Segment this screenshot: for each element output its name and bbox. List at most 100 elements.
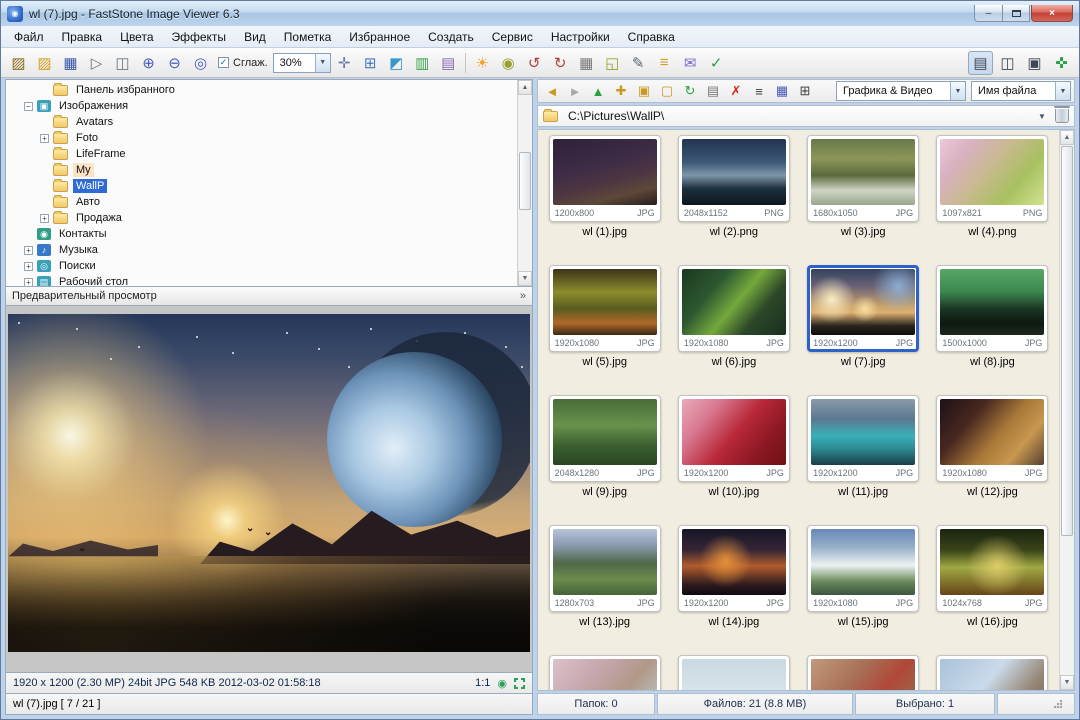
menu-item-favorites[interactable]: Избранное	[340, 27, 419, 47]
thumbs-scroll-thumb[interactable]	[1061, 146, 1073, 536]
forward-icon[interactable]: ►	[564, 81, 586, 101]
thumbnail-wl (8).jpg[interactable]: 1500x1000JPG	[936, 265, 1048, 352]
menu-item-file[interactable]: Файл	[5, 27, 53, 47]
thumbnail-wl (6).jpg[interactable]: 1920x1080JPG	[678, 265, 790, 352]
draw-icon[interactable]: ✎	[626, 51, 651, 75]
resize-icon[interactable]: ◱	[600, 51, 625, 75]
resize-grip[interactable]	[1053, 699, 1063, 709]
tree-item-music[interactable]: +♪Музыка	[8, 242, 516, 258]
tree-expander-plus-icon[interactable]: +	[24, 246, 33, 255]
preview-image[interactable]: ⌄ ⌄ ⌄	[8, 314, 530, 652]
back-icon[interactable]: ◄	[541, 81, 563, 101]
tree-scroll-up-icon[interactable]: ▲	[518, 80, 532, 95]
zoom-select-arrow-icon[interactable]: ▼	[315, 54, 330, 72]
print-icon[interactable]: ▤	[702, 81, 724, 101]
thumbnail-scrollbar[interactable]: ▲ ▼	[1059, 130, 1074, 690]
red-eye-icon[interactable]: ◉	[496, 51, 521, 75]
save-as-icon[interactable]: ▦	[58, 51, 83, 75]
thumbnail-wl (9).jpg[interactable]: 2048x1280JPG	[549, 395, 661, 482]
tree-expander-plus-icon[interactable]: +	[24, 262, 33, 271]
thumbnail-wl (15).jpg[interactable]: 1920x1080JPG	[807, 525, 919, 612]
maximize-button[interactable]	[1002, 5, 1030, 22]
titlebar[interactable]: ◉ wl (7).jpg - FastStone Image Viewer 6.…	[1, 1, 1079, 26]
open-folder-icon[interactable]: ▨	[32, 51, 57, 75]
view-image-icon[interactable]: ▣	[1022, 51, 1047, 75]
tag-view-icon[interactable]: ◩	[384, 51, 409, 75]
thumbnail-wl (11).jpg[interactable]: 1920x1200JPG	[807, 395, 919, 482]
hand-tool-icon[interactable]: ✛	[332, 51, 357, 75]
zoom-in-icon[interactable]: ⊕	[136, 51, 161, 75]
menu-item-create[interactable]: Создать	[419, 27, 483, 47]
close-button[interactable]: ×	[1031, 5, 1073, 22]
thumbnail-wl (5).jpg[interactable]: 1920x1080JPG	[549, 265, 661, 352]
batch-convert-icon[interactable]: ≡	[652, 51, 677, 75]
tree-item-prodazha[interactable]: +Продажа	[8, 210, 516, 226]
move-to-folder-icon[interactable]: ▢	[656, 81, 678, 101]
tree-item-wallp[interactable]: WallP	[8, 178, 516, 194]
compare-icon[interactable]: ◫	[110, 51, 135, 75]
actual-size-icon[interactable]: ◎	[188, 51, 213, 75]
thumbnail-view-icon[interactable]: ▦	[771, 81, 793, 101]
view-windowed-icon[interactable]: ◫	[995, 51, 1020, 75]
thumbnail-wl (13).jpg[interactable]: 1280x703JPG	[549, 525, 661, 612]
select-check-icon[interactable]: ✓	[704, 51, 729, 75]
thumbnail-wl (2).png[interactable]: 2048x1152PNG	[678, 135, 790, 222]
preview-collapse-icon[interactable]: »	[520, 290, 526, 302]
menu-item-settings[interactable]: Настройки	[542, 27, 619, 47]
thumbnail-item-19[interactable]	[807, 655, 919, 690]
crop-board-icon[interactable]: ▦	[574, 51, 599, 75]
refresh-icon[interactable]: ↻	[679, 81, 701, 101]
menu-item-edit[interactable]: Правка	[53, 27, 112, 47]
address-bar[interactable]: C:\Pictures\WallP\ ▼	[537, 105, 1075, 127]
thumbnail-wl (7).jpg[interactable]: 1920x1200JPG	[807, 265, 919, 352]
thumbnail-item-18[interactable]	[678, 655, 790, 690]
menu-item-view[interactable]: Вид	[235, 27, 275, 47]
tree-item-contacts[interactable]: ◉Контакты	[8, 226, 516, 242]
tree-item-lifeframe[interactable]: LifeFrame	[8, 146, 516, 162]
detail-view-icon[interactable]: ≡	[748, 81, 770, 101]
recycle-bin-icon[interactable]	[1055, 109, 1069, 123]
tree-item-avatars[interactable]: Avatars	[8, 114, 516, 130]
thumbnail-wl (4).png[interactable]: 1097x821PNG	[936, 135, 1048, 222]
tree-expander-plus-icon[interactable]: +	[40, 134, 49, 143]
copy-to-folder-icon[interactable]: ▣	[633, 81, 655, 101]
rotate-left-icon[interactable]: ↺	[522, 51, 547, 75]
tree-scrollbar[interactable]: ▲ ▼	[517, 80, 532, 286]
smooth-checkbox[interactable]: ✓	[218, 57, 229, 68]
thumbs-scroll-down-icon[interactable]: ▼	[1060, 675, 1074, 690]
fullscreen-icon[interactable]: ✜	[1049, 51, 1074, 75]
smooth-toggle[interactable]: ✓ Сглаж.	[218, 57, 268, 69]
file-filter-arrow-icon[interactable]: ▼	[950, 82, 965, 100]
tree-item-favorites-panel[interactable]: Панель избранного	[8, 82, 516, 98]
delete-icon[interactable]: ✗	[725, 81, 747, 101]
open-file-icon[interactable]: ▨	[6, 51, 31, 75]
menu-item-colors[interactable]: Цвета	[111, 27, 162, 47]
sort-arrow-icon[interactable]: ▼	[1055, 82, 1070, 100]
preview-header[interactable]: Предварительный просмотр »	[5, 287, 533, 306]
file-filter-select[interactable]: Графика & Видео ▼	[836, 81, 966, 101]
rotate-right-icon[interactable]: ↻	[548, 51, 573, 75]
thumbnail-wl (3).jpg[interactable]: 1680x1050JPG	[807, 135, 919, 222]
view-browser-icon[interactable]: ▤	[968, 51, 993, 75]
thumbnail-wl (1).jpg[interactable]: 1200x800JPG	[549, 135, 661, 222]
thumbnail-wl (14).jpg[interactable]: 1920x1200JPG	[678, 525, 790, 612]
histogram-icon[interactable]: ▥	[410, 51, 435, 75]
tile-view-icon[interactable]: ⊞	[794, 81, 816, 101]
menu-item-effects[interactable]: Эффекты	[163, 27, 236, 47]
tree-item-searches[interactable]: +◎Поиски	[8, 258, 516, 274]
slideshow-icon[interactable]: ▷	[84, 51, 109, 75]
zoom-select[interactable]: 30% ▼	[273, 53, 331, 73]
new-folder-icon[interactable]: ✚	[610, 81, 632, 101]
tree-item-foto[interactable]: +Foto	[8, 130, 516, 146]
tree-item-desktop[interactable]: +▤Рабочий стол	[8, 274, 516, 286]
menu-item-tools[interactable]: Сервис	[483, 27, 542, 47]
minimize-button[interactable]: –	[974, 5, 1002, 22]
tree-scroll-thumb[interactable]	[519, 152, 531, 210]
thumbnail-item-17[interactable]	[549, 655, 661, 690]
tree-expander-plus-icon[interactable]: +	[24, 278, 33, 287]
email-icon[interactable]: ✉	[678, 51, 703, 75]
menu-item-help[interactable]: Справка	[619, 27, 684, 47]
tree-item-pictures[interactable]: −▣Изображения	[8, 98, 516, 114]
adjust-lighting-icon[interactable]: ☀	[470, 51, 495, 75]
thumbnail-wl (16).jpg[interactable]: 1024x768JPG	[936, 525, 1048, 612]
